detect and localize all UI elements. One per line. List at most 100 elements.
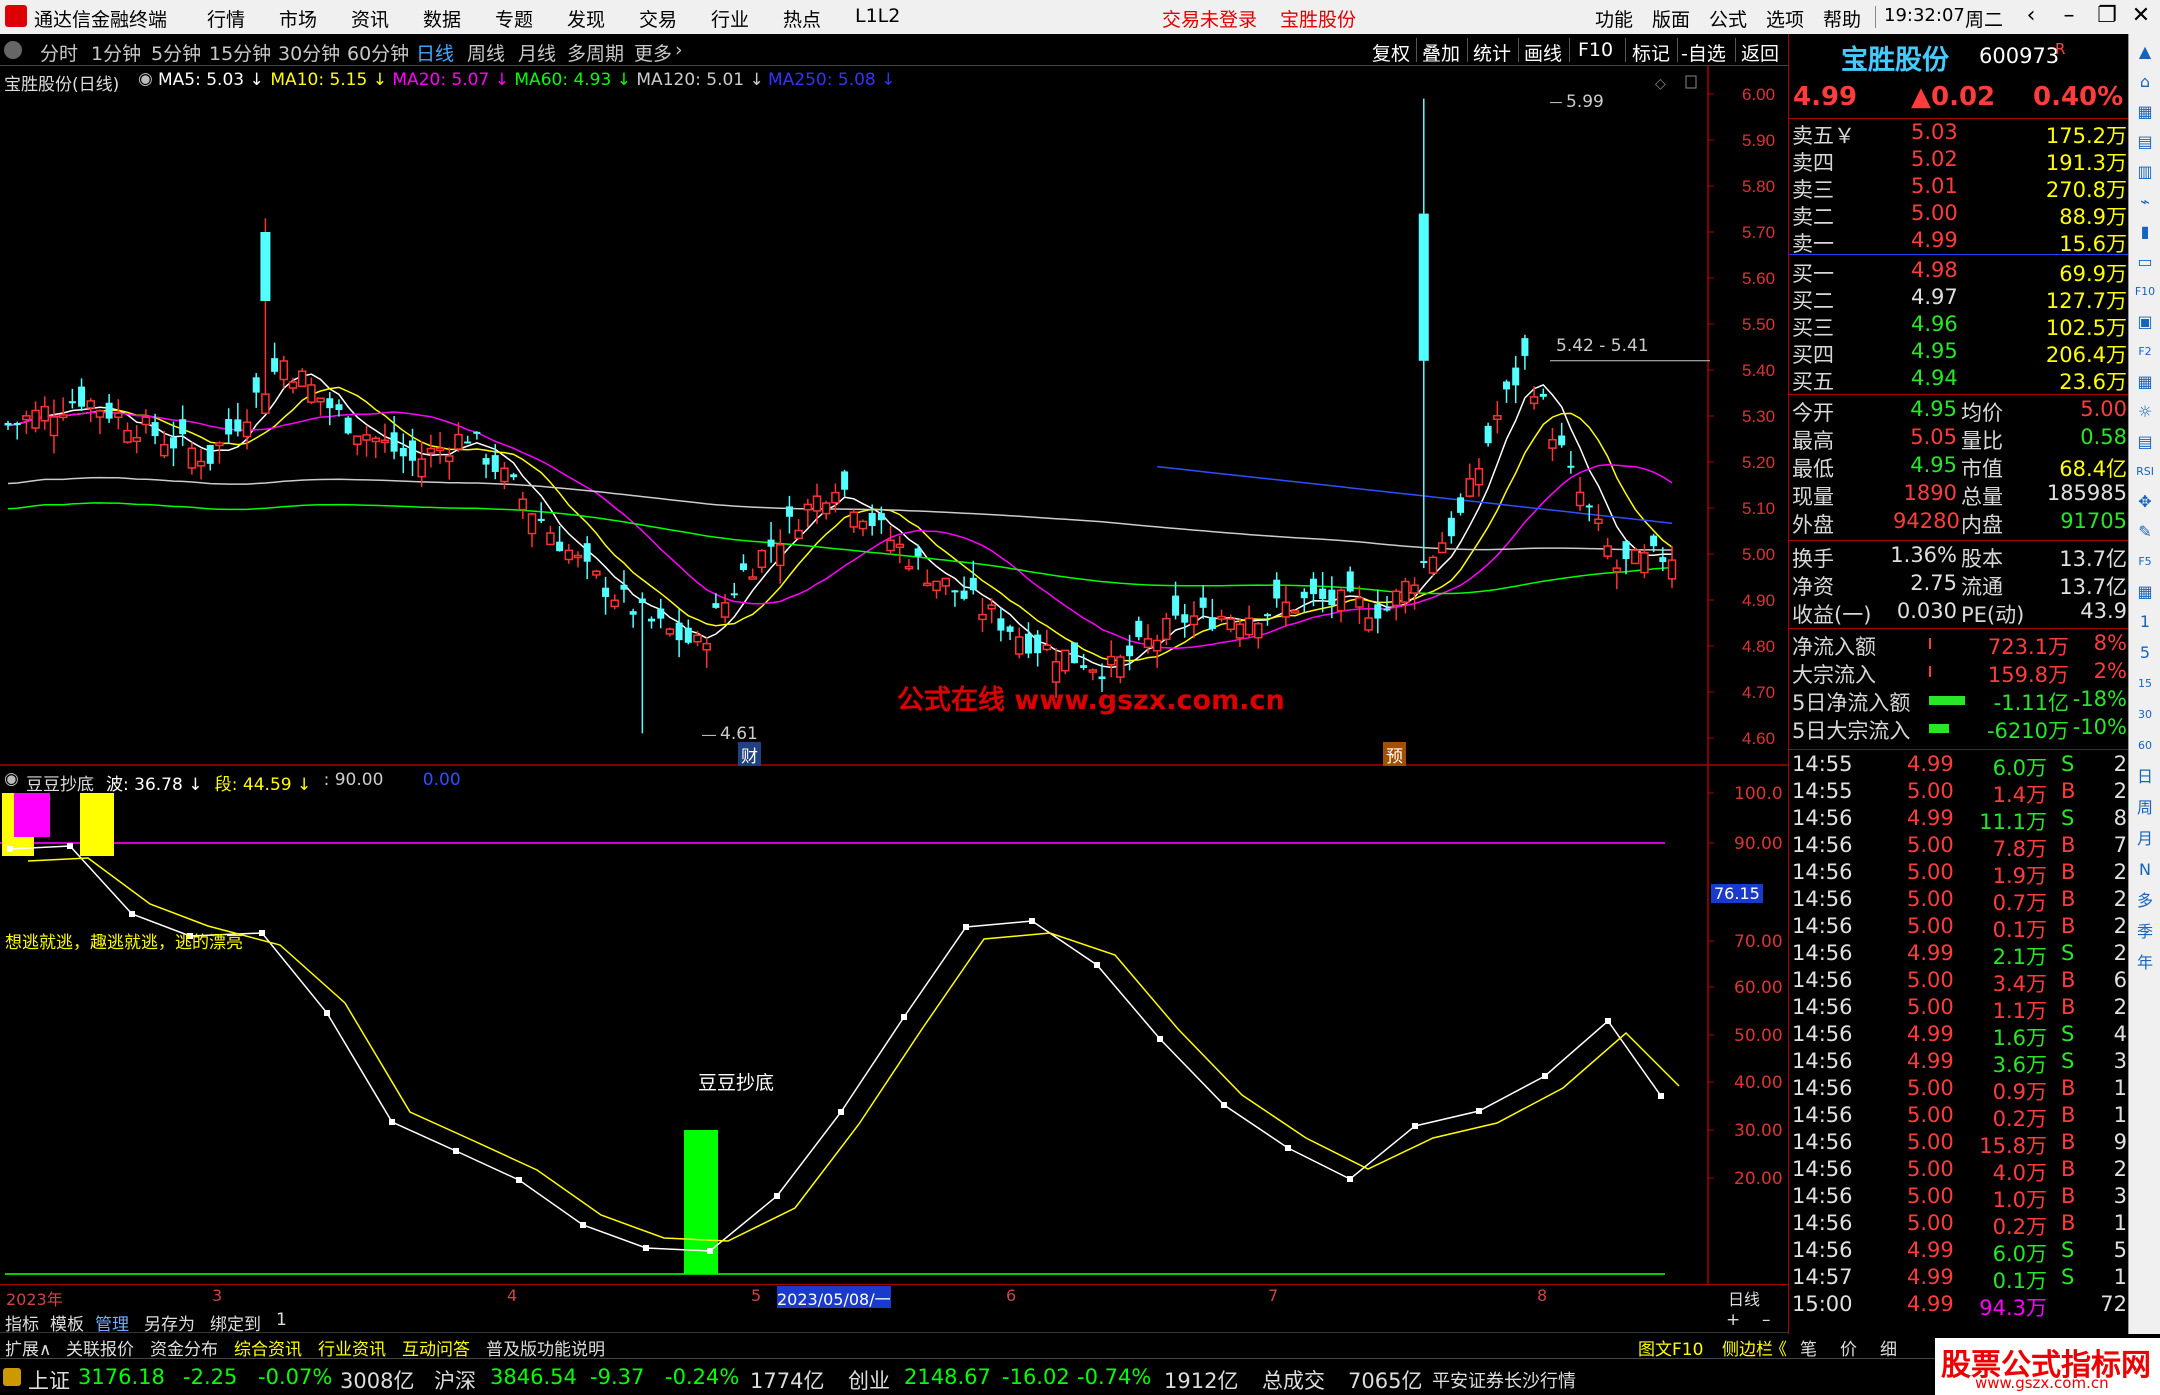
sidebar-icon[interactable]: ▦: [2133, 100, 2157, 124]
sidebar-icon[interactable]: 日: [2133, 765, 2157, 789]
toolbar-adjust[interactable]: 复权: [1372, 39, 1410, 66]
sidebar-icon[interactable]: 月: [2133, 827, 2157, 851]
menu-trade[interactable]: 交易: [639, 5, 677, 32]
toolbar-f10[interactable]: F10: [1578, 39, 1613, 61]
sidebar-icon[interactable]: ▦: [2133, 580, 2157, 604]
menu-topic[interactable]: 专题: [495, 5, 533, 32]
period-60min[interactable]: 60分钟: [347, 39, 409, 66]
tab-price[interactable]: 价: [1840, 1335, 1857, 1360]
tab-sidebar[interactable]: 侧边栏: [1722, 1335, 1773, 1360]
menu-layout[interactable]: 版面: [1652, 5, 1690, 32]
period-15min[interactable]: 15分钟: [209, 39, 271, 66]
collapse-icon[interactable]: ◉: [138, 69, 153, 89]
sidebar-icon[interactable]: ▣: [2133, 310, 2157, 334]
minimize-icon[interactable]: –: [2050, 0, 2088, 34]
sidebar-icon[interactable]: ▮: [2133, 220, 2157, 244]
index-name[interactable]: 沪深: [434, 1365, 476, 1395]
period-daily[interactable]: 日线: [416, 39, 454, 66]
period-monthly[interactable]: 月线: [518, 39, 556, 66]
menu-quote[interactable]: 行情: [207, 5, 245, 32]
chevron-right-icon[interactable]: ›: [675, 39, 683, 61]
menu-news[interactable]: 资讯: [351, 5, 389, 32]
tab-trades[interactable]: 笔: [1800, 1335, 1817, 1360]
sidebar-icon[interactable]: 季: [2133, 920, 2157, 944]
index-name[interactable]: 创业: [848, 1365, 890, 1395]
earnings-marker[interactable]: 财: [738, 742, 761, 767]
tab-industry-news[interactable]: 行业资讯: [318, 1335, 386, 1360]
toolbar-remove-watchlist[interactable]: -自选: [1681, 39, 1726, 66]
sidebar-icon[interactable]: ✎: [2133, 520, 2157, 544]
sidebar-icon[interactable]: ☼: [2133, 400, 2157, 424]
tab-f10-graphic[interactable]: 图文F10: [1638, 1335, 1703, 1360]
sidebar-icon[interactable]: F2: [2133, 340, 2157, 364]
sidebar-icon[interactable]: 60: [2133, 734, 2157, 758]
menu-l1l2[interactable]: L1L2: [855, 5, 900, 27]
sidebar-icon[interactable]: ▦: [2133, 370, 2157, 394]
toolbar-back[interactable]: 返回: [1741, 39, 1779, 66]
indicator-chart[interactable]: 100.0 90.00 70.00 60.00 50.00 40.00 30.00 20.00: [0, 766, 1788, 1286]
sidebar-icon[interactable]: 多: [2133, 889, 2157, 913]
menu-discover[interactable]: 发现: [567, 5, 605, 32]
period-weekly[interactable]: 周线: [467, 39, 505, 66]
restore-icon[interactable]: ❐: [2088, 0, 2126, 34]
collapse-icon[interactable]: ◉: [4, 769, 19, 789]
back-arrow-icon[interactable]: ‹: [2012, 0, 2050, 34]
tab-expand[interactable]: 扩展∧: [5, 1335, 51, 1360]
menu-market[interactable]: 市场: [279, 5, 317, 32]
tab-related-quotes[interactable]: 关联报价: [66, 1335, 134, 1360]
sidebar-icon[interactable]: 年: [2133, 951, 2157, 975]
sidebar-icon[interactable]: ▤: [2133, 430, 2157, 454]
tab-interactive-qa[interactable]: 互动问答: [402, 1335, 470, 1360]
close-icon[interactable]: ✕: [2122, 0, 2160, 34]
period-multi[interactable]: 多周期: [567, 39, 624, 66]
menu-hot[interactable]: 热点: [783, 5, 821, 32]
period-30min[interactable]: 30分钟: [278, 39, 340, 66]
sidebar-icon[interactable]: RSI: [2133, 460, 2157, 484]
toolbar-draw[interactable]: 画线: [1524, 39, 1562, 66]
toolbar-stats[interactable]: 统计: [1473, 39, 1511, 66]
sidebar-icon[interactable]: F5: [2133, 550, 2157, 574]
sidebar-icon[interactable]: 5: [2133, 641, 2157, 665]
sidebar-icon[interactable]: ⌂: [2133, 70, 2157, 94]
tab-detail[interactable]: 细: [1880, 1335, 1897, 1360]
sidebar-icon[interactable]: F10: [2133, 280, 2157, 304]
trade-login-status[interactable]: 交易未登录: [1162, 5, 1257, 32]
sidebar-icon[interactable]: N: [2133, 858, 2157, 882]
sidebar-icon[interactable]: ✥: [2133, 490, 2157, 514]
zoom-in-icon[interactable]: +: [1726, 1310, 1740, 1330]
toolbar-overlay[interactable]: 叠加: [1422, 39, 1460, 66]
period-1min[interactable]: 1分钟: [91, 39, 141, 66]
candlestick-chart[interactable]: 6.00 5.90 5.80 5.70 5.60 5.50 5.40 5.30 5.20 5.10…: [0, 66, 1788, 766]
ma-legend-item: MA120: 5.01 ↓: [636, 70, 764, 90]
sidebar-icon[interactable]: 15: [2133, 672, 2157, 696]
menu-data[interactable]: 数据: [423, 5, 461, 32]
tab-one[interactable]: 1: [276, 1310, 287, 1330]
sidebar-icon[interactable]: ▭: [2133, 250, 2157, 274]
tab-fund-distribution[interactable]: 资金分布: [150, 1335, 218, 1360]
menu-options[interactable]: 选项: [1766, 5, 1804, 32]
flow-bar: [1929, 666, 1931, 677]
zoom-out-icon[interactable]: –: [1762, 1310, 1771, 1330]
sidebar-icon[interactable]: 1: [2133, 610, 2157, 634]
period-fenshi[interactable]: 分时: [40, 39, 78, 66]
sidebar-icon[interactable]: 周: [2133, 796, 2157, 820]
collapse-left-icon[interactable]: 《: [1770, 1335, 1787, 1360]
tick-count: 72: [2100, 1292, 2127, 1316]
sidebar-icon[interactable]: ▤: [2133, 130, 2157, 154]
period-more[interactable]: 更多: [634, 39, 672, 66]
menu-formula[interactable]: 公式: [1709, 5, 1747, 32]
index-name[interactable]: 上证: [28, 1365, 70, 1395]
sidebar-icon[interactable]: ▲: [2133, 40, 2157, 64]
tab-general-news[interactable]: 综合资讯: [234, 1335, 302, 1360]
menu-industry[interactable]: 行业: [711, 5, 749, 32]
sidebar-icon[interactable]: ⌁: [2133, 190, 2157, 214]
settings-circle-icon[interactable]: [4, 41, 22, 59]
sidebar-icon[interactable]: 30: [2133, 703, 2157, 727]
forecast-marker[interactable]: 预: [1383, 742, 1406, 767]
tab-edition-help[interactable]: 普及版功能说明: [486, 1335, 605, 1360]
toolbar-mark[interactable]: 标记: [1632, 39, 1670, 66]
period-5min[interactable]: 5分钟: [151, 39, 201, 66]
menu-function[interactable]: 功能: [1595, 5, 1633, 32]
sidebar-icon[interactable]: ▥: [2133, 160, 2157, 184]
menu-help[interactable]: 帮助: [1823, 5, 1861, 32]
